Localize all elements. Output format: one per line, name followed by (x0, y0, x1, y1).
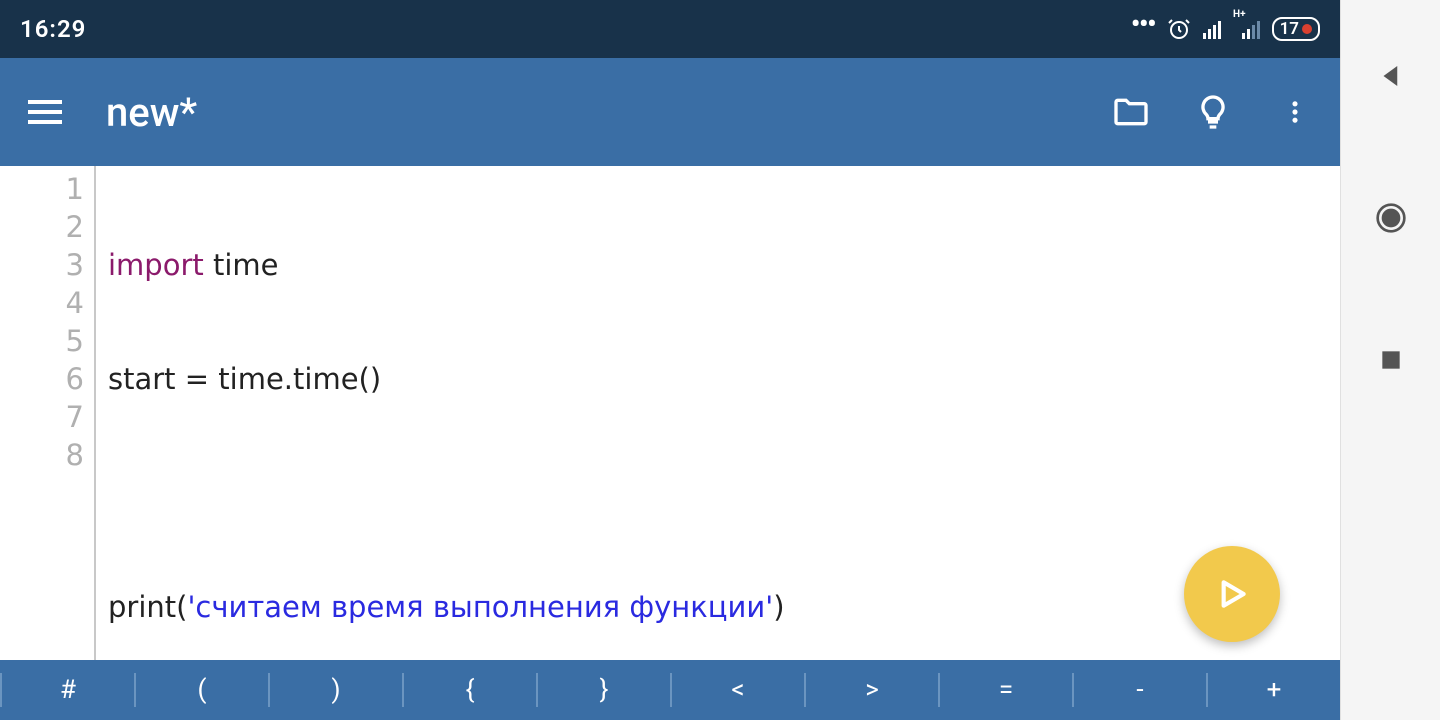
file-title: new* (106, 89, 1070, 136)
tok-string: 'считаем время выполнения функции' (187, 590, 773, 624)
line-number: 1 (0, 170, 84, 208)
signal2-icon (1242, 19, 1260, 39)
tok: time (204, 248, 279, 282)
code-content[interactable]: import time start = time.time() print('с… (96, 166, 1016, 660)
folder-icon[interactable] (1110, 91, 1152, 133)
line-number: 7 (0, 398, 84, 436)
sym-key[interactable]: ) (270, 675, 402, 705)
sym-key[interactable]: > (806, 675, 938, 705)
status-bar: 16:29 ••• H+ 17 (0, 0, 1340, 58)
sym-key[interactable]: < (672, 675, 804, 705)
overflow-menu-icon[interactable] (1274, 91, 1316, 133)
code-editor[interactable]: 1 2 3 4 5 6 7 8 import time start = time… (0, 166, 1340, 660)
app-bar: new* (0, 58, 1340, 166)
tok-keyword: import (108, 248, 204, 282)
nav-recent-icon[interactable] (1375, 344, 1407, 376)
line-number: 8 (0, 436, 84, 474)
line-number: 5 (0, 322, 84, 360)
line-number: 3 (0, 246, 84, 284)
tok: print( (108, 590, 187, 624)
line-number: 4 (0, 284, 84, 322)
battery-indicator: 17 (1272, 17, 1320, 41)
line-gutter: 1 2 3 4 5 6 7 8 (0, 166, 96, 660)
sym-key[interactable]: ( (136, 675, 268, 705)
sym-key[interactable]: + (1208, 675, 1340, 705)
run-button[interactable] (1184, 546, 1280, 642)
sym-key[interactable]: - (1074, 675, 1206, 705)
battery-pct: 17 (1280, 19, 1299, 39)
alarm-icon (1167, 17, 1191, 41)
sym-key[interactable]: } (538, 675, 670, 705)
line-number: 2 (0, 208, 84, 246)
system-nav-bar (1340, 0, 1440, 720)
lightbulb-icon[interactable] (1192, 91, 1234, 133)
status-time: 16:29 (20, 15, 86, 43)
signal-icon (1203, 19, 1221, 39)
line-number: 6 (0, 360, 84, 398)
nav-back-icon[interactable] (1375, 60, 1407, 92)
sym-key[interactable]: # (2, 675, 134, 705)
status-icons: ••• H+ 17 (1131, 17, 1320, 41)
sym-key[interactable]: { (404, 675, 536, 705)
tok: start = time.time() (108, 362, 381, 396)
nav-home-icon[interactable] (1375, 202, 1407, 234)
network-type: H+ (1233, 9, 1246, 20)
tok: ) (773, 590, 784, 624)
symbol-bar: # ( ) { } < > = - + (0, 660, 1340, 720)
sym-key[interactable]: = (940, 675, 1072, 705)
menu-icon[interactable] (24, 91, 66, 133)
